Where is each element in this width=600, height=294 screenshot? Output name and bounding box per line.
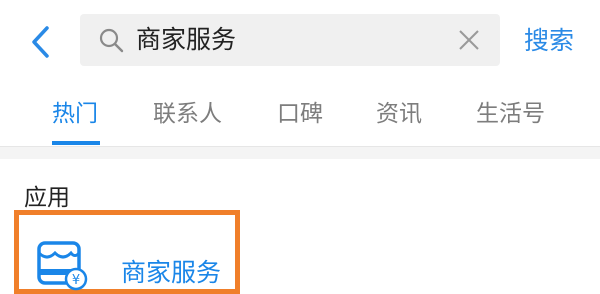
search-icon [99,28,124,53]
top-bar: 商家服务 搜索 [0,0,600,82]
tab-news[interactable]: 资讯 [376,82,422,146]
section-title: 应用 [24,185,70,211]
tab-koubei[interactable]: 口碑 [277,82,323,146]
app-result-item[interactable]: ¥ 商家服务 [14,210,240,294]
clear-icon[interactable] [456,27,482,53]
merchant-store-icon: ¥ [37,241,88,291]
chevron-left-icon [32,26,49,58]
back-button[interactable] [22,22,58,62]
search-button[interactable]: 搜索 [524,0,574,82]
tab-life-account[interactable]: 生活号 [476,82,545,146]
tab-hot[interactable]: 热门 [52,82,98,146]
tab-contacts[interactable]: 联系人 [153,82,222,146]
active-tab-indicator [52,141,100,145]
app-result-label: 商家服务 [121,258,222,287]
section-divider [0,147,600,159]
search-input[interactable]: 商家服务 [80,14,500,66]
tab-bar: 热门 联系人 口碑 资讯 生活号 [0,82,600,147]
svg-text:¥: ¥ [72,273,80,288]
search-query[interactable]: 商家服务 [136,14,236,66]
